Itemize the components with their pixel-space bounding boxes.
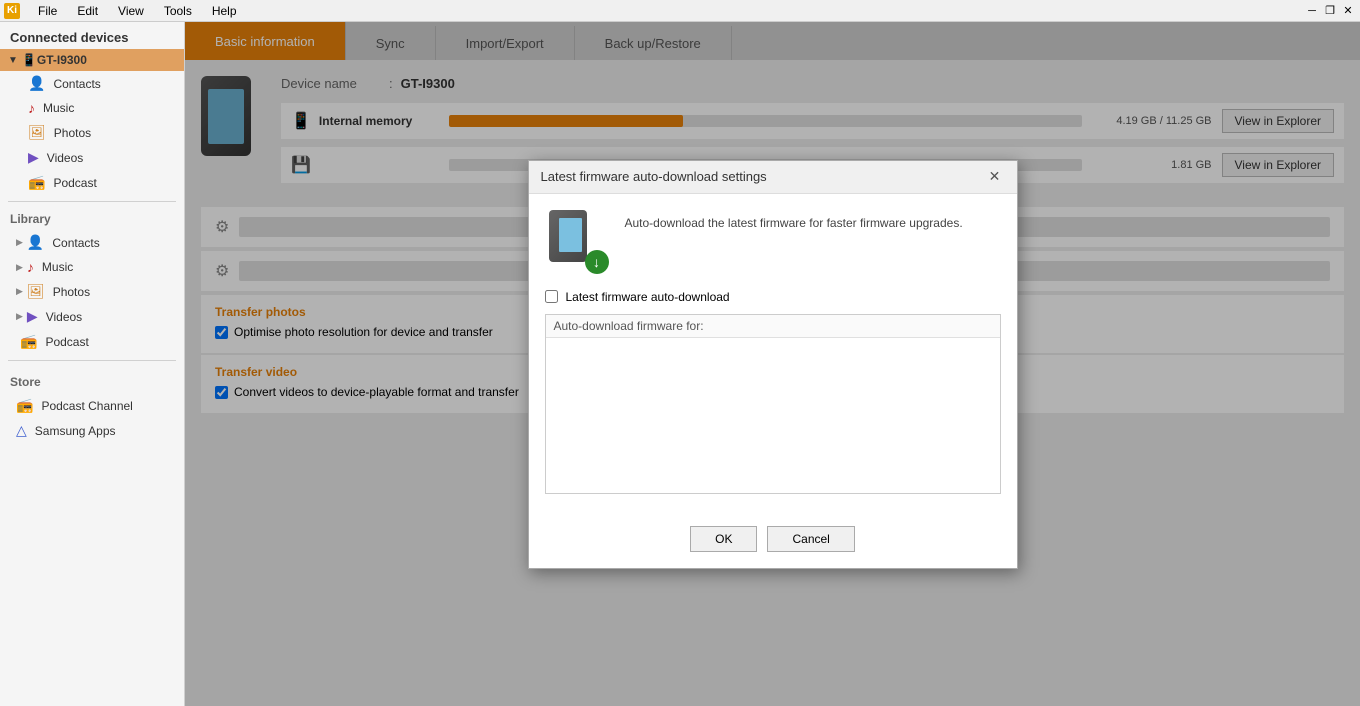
modal-textarea-container: Auto-download firmware for: — [545, 314, 1001, 494]
lib-contacts-icon: 👤 — [27, 234, 44, 251]
modal-overlay: Latest firmware auto-download settings ✕ — [185, 22, 1360, 706]
sidebar-item-contacts-label: Contacts — [53, 77, 100, 91]
download-arrow-icon: ↓ — [585, 250, 609, 274]
library-heading: Library — [0, 208, 184, 230]
window-controls: ─ ❐ ✕ — [1304, 3, 1356, 19]
maximize-button[interactable]: ❐ — [1322, 3, 1338, 19]
menu-file[interactable]: File — [32, 2, 63, 20]
lib-podcast-icon: 📻 — [20, 333, 37, 350]
library-photos[interactable]: ▶ 🖼 Photos — [0, 279, 184, 304]
menu-view[interactable]: View — [112, 2, 150, 20]
sidebar-item-videos[interactable]: ▶ Videos — [0, 145, 184, 170]
phone-icon-body — [549, 210, 587, 262]
connected-devices-heading: Connected devices — [0, 22, 184, 49]
modal-body: ↓ Auto-download the latest firmware for … — [529, 194, 1017, 526]
library-videos[interactable]: ▶ ▶ Videos — [0, 304, 184, 329]
lib-podcast-label: Podcast — [45, 335, 88, 349]
close-button[interactable]: ✕ — [1340, 3, 1356, 19]
sidebar-item-contacts[interactable]: 👤 Contacts — [0, 71, 184, 96]
lib-photos-arrow: ▶ — [16, 286, 23, 297]
photos-icon: 🖼 — [28, 124, 46, 141]
main-layout: Connected devices ▼ 📱 GT-I9300 👤 Contact… — [0, 22, 1360, 706]
store-podcast-label: Podcast Channel — [41, 399, 132, 413]
menu-help[interactable]: Help — [206, 2, 243, 20]
phone-icon-screen — [559, 218, 582, 252]
device-name: GT-I9300 — [37, 53, 87, 67]
modal-ok-button[interactable]: OK — [690, 526, 757, 552]
sidebar: Connected devices ▼ 📱 GT-I9300 👤 Contact… — [0, 22, 185, 706]
music-icon: ♪ — [28, 100, 35, 116]
modal-title: Latest firmware auto-download settings — [541, 169, 767, 184]
title-bar-left: Ki File Edit View Tools Help — [4, 2, 243, 20]
store-samsung-label: Samsung Apps — [35, 424, 116, 438]
podcast-icon: 📻 — [28, 174, 45, 191]
lib-music-icon: ♪ — [27, 259, 34, 275]
store-samsung-apps[interactable]: △ Samsung Apps — [0, 418, 184, 443]
store-heading: Store — [0, 367, 184, 393]
sidebar-item-music[interactable]: ♪ Music — [0, 96, 184, 120]
lib-photos-icon: 🖼 — [27, 283, 45, 300]
lib-videos-icon: ▶ — [27, 308, 38, 325]
sidebar-item-podcast[interactable]: 📻 Podcast — [0, 170, 184, 195]
modal-autodownload-checkbox[interactable] — [545, 290, 558, 303]
modal-titlebar: Latest firmware auto-download settings ✕ — [529, 161, 1017, 194]
modal-icon-container: ↓ — [545, 210, 609, 274]
modal-textarea[interactable] — [546, 338, 1000, 490]
sidebar-item-podcast-label: Podcast — [53, 176, 96, 190]
device-item[interactable]: ▼ 📱 GT-I9300 — [0, 49, 184, 71]
lib-music-label: Music — [42, 260, 73, 274]
sidebar-divider-1 — [8, 201, 176, 202]
library-music[interactable]: ▶ ♪ Music — [0, 255, 184, 279]
store-samsung-icon: △ — [16, 422, 27, 439]
minimize-button[interactable]: ─ — [1304, 3, 1320, 19]
content-area: Basic information Sync Import/Export Bac… — [185, 22, 1360, 706]
modal-description: Auto-download the latest firmware for fa… — [625, 210, 963, 232]
modal-cancel-button[interactable]: Cancel — [767, 526, 854, 552]
store-podcast-channel[interactable]: 📻 Podcast Channel — [0, 393, 184, 418]
menu-edit[interactable]: Edit — [71, 2, 104, 20]
menu-bar: File Edit View Tools Help — [32, 2, 243, 20]
menu-tools[interactable]: Tools — [158, 2, 198, 20]
modal-icon: ↓ — [545, 210, 609, 274]
title-bar: Ki File Edit View Tools Help ─ ❐ ✕ — [0, 0, 1360, 22]
modal-dialog: Latest firmware auto-download settings ✕ — [528, 160, 1018, 569]
modal-autodownload-label: Latest firmware auto-download — [566, 290, 730, 304]
modal-header-row: ↓ Auto-download the latest firmware for … — [545, 210, 1001, 274]
lib-photos-label: Photos — [53, 285, 90, 299]
modal-close-button[interactable]: ✕ — [985, 167, 1005, 187]
sidebar-item-music-label: Music — [43, 101, 74, 115]
modal-autodownload-checkbox-row[interactable]: Latest firmware auto-download — [545, 290, 1001, 304]
lib-contacts-label: Contacts — [52, 236, 99, 250]
device-icon: 📱 — [22, 53, 37, 67]
contacts-icon: 👤 — [28, 75, 45, 92]
lib-videos-arrow: ▶ — [16, 311, 23, 322]
lib-music-arrow: ▶ — [16, 262, 23, 273]
lib-contacts-arrow: ▶ — [16, 237, 23, 248]
videos-icon: ▶ — [28, 149, 39, 166]
app-logo: Ki — [4, 3, 20, 19]
store-podcast-icon: 📻 — [16, 397, 33, 414]
modal-footer: OK Cancel — [529, 526, 1017, 568]
sidebar-item-videos-label: Videos — [47, 151, 83, 165]
lib-videos-label: Videos — [46, 310, 82, 324]
library-contacts[interactable]: ▶ 👤 Contacts — [0, 230, 184, 255]
device-expand-arrow: ▼ — [8, 55, 18, 66]
sidebar-item-photos-label: Photos — [54, 126, 91, 140]
library-podcast[interactable]: 📻 Podcast — [0, 329, 184, 354]
sidebar-divider-2 — [8, 360, 176, 361]
sidebar-item-photos[interactable]: 🖼 Photos — [0, 120, 184, 145]
modal-textarea-label: Auto-download firmware for: — [546, 315, 1000, 338]
